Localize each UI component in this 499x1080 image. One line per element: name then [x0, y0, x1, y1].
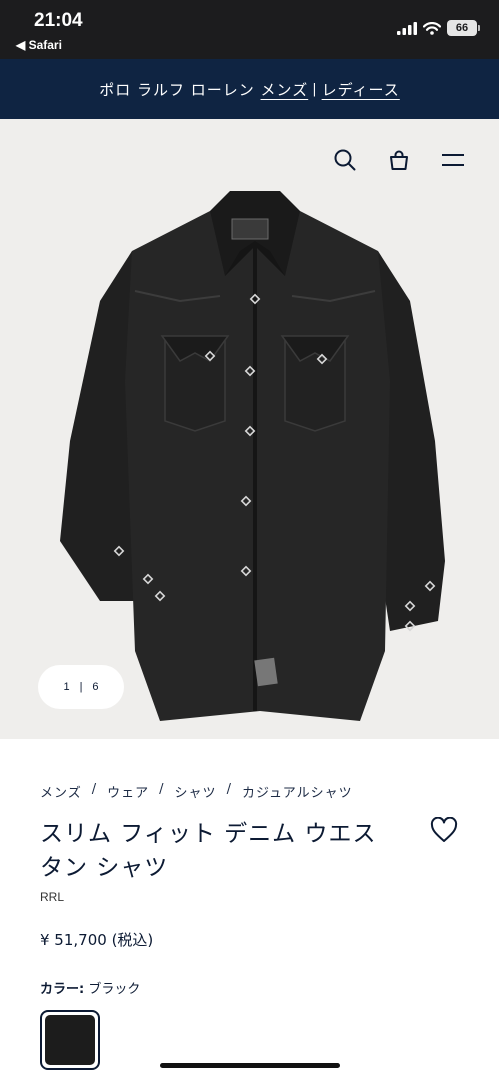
status-time: 21:04: [34, 10, 83, 31]
mens-link[interactable]: メンズ: [261, 79, 309, 100]
back-to-safari-link[interactable]: ◀ Safari: [16, 38, 62, 52]
breadcrumb-item-shirts[interactable]: シャツ: [175, 782, 217, 801]
brand-banner: ポロ ラルフ ローレン メンズ | レディース: [0, 59, 499, 119]
menu-icon[interactable]: [441, 147, 465, 173]
product-image-shirt: [60, 191, 445, 721]
status-indicators: 66: [397, 20, 480, 36]
search-icon[interactable]: [333, 147, 357, 173]
pager-current: 1: [63, 681, 70, 693]
pager-divider: |: [79, 681, 83, 693]
product-brand: RRL: [40, 890, 65, 904]
cellular-signal-icon: [397, 21, 417, 35]
shopping-bag-icon[interactable]: [387, 147, 411, 173]
ladies-link[interactable]: レディース: [322, 79, 400, 100]
breadcrumb-separator: /: [91, 782, 98, 797]
breadcrumb-separator: /: [159, 782, 165, 797]
color-row: カラー: ブラック: [40, 978, 140, 997]
product-price: ¥ 51,700 (税込): [40, 931, 154, 949]
breadcrumb-item-casual-shirts[interactable]: カジュアルシャツ: [242, 782, 353, 801]
color-value: ブラック: [88, 982, 141, 997]
header-icons: [333, 147, 465, 173]
home-indicator[interactable]: [160, 1063, 340, 1068]
brand-prefix: ポロ ラルフ ローレン: [99, 80, 255, 99]
battery-icon: 66: [447, 20, 480, 36]
breadcrumb: メンズ / ウェア / シャツ / カジュアルシャツ: [40, 782, 353, 801]
breadcrumb-item-wear[interactable]: ウェア: [107, 782, 149, 801]
status-bar: 21:04 ◀ Safari 66: [0, 0, 499, 59]
swatch-fill: [45, 1015, 95, 1065]
wifi-icon: [423, 21, 441, 35]
product-image-gallery[interactable]: 1 | 6: [0, 119, 499, 739]
color-swatch-black[interactable]: [40, 1010, 100, 1070]
product-title: スリム フィット デニム ウエスタン シャツ: [40, 821, 377, 881]
breadcrumb-item-mens[interactable]: メンズ: [40, 782, 82, 801]
color-label: カラー:: [40, 982, 85, 997]
gallery-pager: 1 | 6: [38, 665, 124, 709]
brand-separator: |: [312, 81, 318, 97]
breadcrumb-separator: /: [226, 782, 232, 797]
wishlist-heart-icon[interactable]: [430, 816, 460, 845]
pager-total: 6: [92, 681, 99, 693]
